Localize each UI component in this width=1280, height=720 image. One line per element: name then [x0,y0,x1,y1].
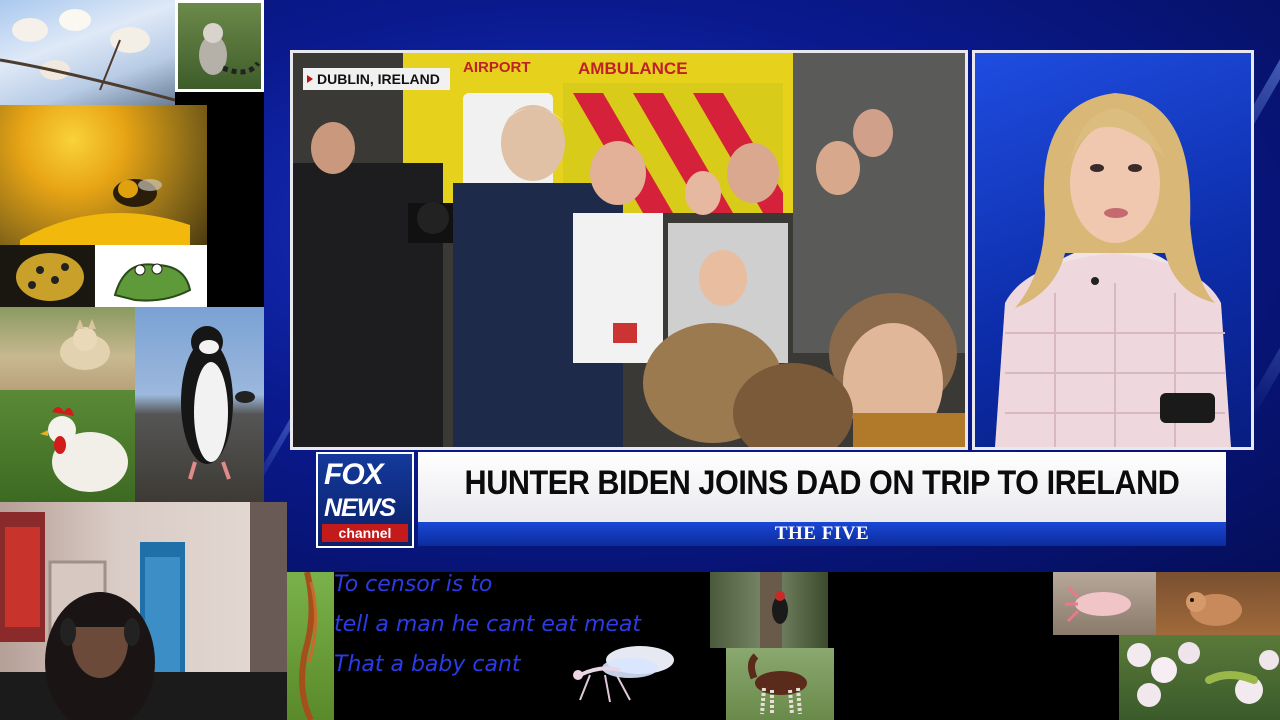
caption-line-1: To censor is to [334,572,493,597]
flowers-caterpillar-photo [1119,635,1280,720]
dateline-tag: DUBLIN, IRELAND [303,68,450,90]
pufferfish-photo [0,245,95,307]
anchor-video-feed [972,50,1254,450]
magnolia-photo [0,0,175,105]
logo-channel-text: channel [322,524,408,542]
okapi-photo [726,648,834,720]
mantis-image [560,630,680,710]
mouse-photo [1156,572,1280,635]
woodpecker-photo [710,572,828,648]
sand-kitten-photo [0,307,135,390]
news-broadcast: DUBLIN, IRELAND AIRPORT AMBULANCE FOX NE… [264,0,1280,572]
webcam-streamer [0,502,287,720]
fox-news-logo: FOX NEWS channel [316,452,414,548]
airport-sign: AIRPORT [463,59,531,76]
show-name-text: THE FIVE [774,523,870,544]
bee-on-flower-photo [0,105,207,245]
headline-text: HUNTER BIDEN JOINS DAD ON TRIP TO IRELAN… [464,464,1180,502]
logo-fox-text: FOX [324,458,384,491]
headline-bar: HUNTER BIDEN JOINS DAD ON TRIP TO IRELAN… [418,452,1226,522]
rooster-photo [0,390,135,502]
cartoon-frog-image [95,245,207,307]
axolotl-photo [1053,572,1156,635]
lower-third: FOX NEWS channel HUNTER BIDEN JOINS DAD … [316,452,1226,548]
show-name-bar: THE FIVE [418,522,1226,546]
logo-news-text: NEWS [324,494,396,522]
ambulance-sign: AMBULANCE [578,59,688,78]
red-plant-photo [287,572,334,720]
lemur-photo [175,0,264,92]
penguin-photo [135,307,264,502]
caption-line-3: That a baby cant [334,652,521,677]
news-video-feed: DUBLIN, IRELAND AIRPORT AMBULANCE [290,50,968,450]
